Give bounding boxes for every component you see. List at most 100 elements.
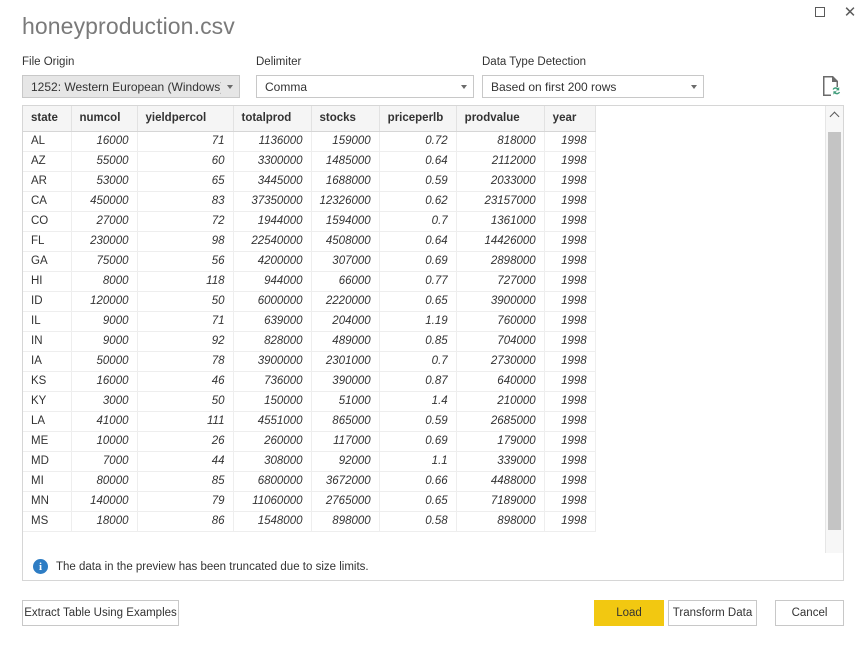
cell-yieldpercol: 26 bbox=[137, 431, 234, 452]
column-header-prodvalue[interactable]: prodvalue bbox=[456, 106, 545, 132]
maximize-button[interactable] bbox=[805, 0, 835, 24]
cell-yieldpercol: 56 bbox=[137, 251, 234, 272]
scrollbar-thumb[interactable] bbox=[828, 132, 841, 530]
transform-data-button[interactable]: Transform Data bbox=[668, 600, 757, 626]
column-header-stocks[interactable]: stocks bbox=[311, 106, 380, 132]
column-header-state[interactable]: state bbox=[23, 106, 72, 132]
file-origin-dropdown[interactable]: 1252: Western European (Windows) bbox=[22, 75, 240, 98]
cell-prodvalue: 818000 bbox=[456, 131, 545, 152]
cell-prodvalue: 210000 bbox=[456, 391, 545, 412]
cell-numcol: 230000 bbox=[71, 231, 138, 252]
chevron-up-icon bbox=[829, 111, 840, 121]
data-type-detection-dropdown[interactable]: Based on first 200 rows bbox=[482, 75, 704, 98]
cell-yieldpercol: 78 bbox=[137, 351, 234, 372]
cell-state: MI bbox=[23, 471, 72, 492]
cell-state: AR bbox=[23, 171, 72, 192]
table-row: IA 50000 78 3900000 2301000 0.7 2730000 1998 bbox=[23, 351, 596, 372]
cell-priceperlb: 0.69 bbox=[379, 251, 457, 272]
cell-numcol: 8000 bbox=[71, 271, 138, 292]
cell-numcol: 10000 bbox=[71, 431, 138, 452]
cell-state: KY bbox=[23, 391, 72, 412]
cell-prodvalue: 2033000 bbox=[456, 171, 545, 192]
info-icon: i bbox=[33, 559, 48, 574]
cell-priceperlb: 0.69 bbox=[379, 431, 457, 452]
cell-totalprod: 736000 bbox=[233, 371, 312, 392]
cell-priceperlb: 0.87 bbox=[379, 371, 457, 392]
delimiter-dropdown[interactable]: Comma bbox=[256, 75, 474, 98]
cell-totalprod: 260000 bbox=[233, 431, 312, 452]
cell-prodvalue: 2730000 bbox=[456, 351, 545, 372]
cell-year: 1998 bbox=[544, 231, 596, 252]
column-header-yieldpercol[interactable]: yieldpercol bbox=[137, 106, 234, 132]
cancel-button[interactable]: Cancel bbox=[775, 600, 844, 626]
cell-yieldpercol: 79 bbox=[137, 491, 234, 512]
cell-totalprod: 828000 bbox=[233, 331, 312, 352]
cell-state: ME bbox=[23, 431, 72, 452]
cell-totalprod: 1548000 bbox=[233, 511, 312, 532]
column-header-priceperlb[interactable]: priceperlb bbox=[379, 106, 457, 132]
scroll-up-button[interactable] bbox=[826, 106, 843, 123]
close-icon: ✕ bbox=[843, 3, 857, 21]
cell-state: CO bbox=[23, 211, 72, 232]
cell-yieldpercol: 65 bbox=[137, 171, 234, 192]
cell-priceperlb: 0.7 bbox=[379, 351, 457, 372]
cell-state: CA bbox=[23, 191, 72, 212]
cell-state: KS bbox=[23, 371, 72, 392]
cell-yieldpercol: 118 bbox=[137, 271, 234, 292]
window-controls: ✕ bbox=[805, 0, 865, 24]
column-header-numcol[interactable]: numcol bbox=[71, 106, 138, 132]
column-header-year[interactable]: year bbox=[544, 106, 596, 132]
cell-prodvalue: 2112000 bbox=[456, 151, 545, 172]
cell-state: MN bbox=[23, 491, 72, 512]
cell-totalprod: 1136000 bbox=[233, 131, 312, 152]
cell-priceperlb: 0.58 bbox=[379, 511, 457, 532]
cell-numcol: 140000 bbox=[71, 491, 138, 512]
cell-year: 1998 bbox=[544, 431, 596, 452]
document-refresh-icon[interactable] bbox=[820, 74, 842, 98]
cell-yieldpercol: 44 bbox=[137, 451, 234, 472]
cell-prodvalue: 339000 bbox=[456, 451, 545, 472]
cell-totalprod: 1944000 bbox=[233, 211, 312, 232]
cell-stocks: 2765000 bbox=[311, 491, 380, 512]
cell-totalprod: 3300000 bbox=[233, 151, 312, 172]
cell-year: 1998 bbox=[544, 291, 596, 312]
cell-stocks: 2301000 bbox=[311, 351, 380, 372]
cell-priceperlb: 0.59 bbox=[379, 411, 457, 432]
cell-year: 1998 bbox=[544, 191, 596, 212]
cell-year: 1998 bbox=[544, 331, 596, 352]
cell-prodvalue: 704000 bbox=[456, 331, 545, 352]
table-row: AR 53000 65 3445000 1688000 0.59 2033000 1998 bbox=[23, 171, 596, 192]
table-row: ID 120000 50 6000000 2220000 0.65 3900000 1998 bbox=[23, 291, 596, 312]
cell-prodvalue: 179000 bbox=[456, 431, 545, 452]
cell-yieldpercol: 71 bbox=[137, 131, 234, 152]
cell-stocks: 66000 bbox=[311, 271, 380, 292]
cell-yieldpercol: 92 bbox=[137, 331, 234, 352]
load-button[interactable]: Load bbox=[594, 600, 664, 626]
extract-table-using-examples-button[interactable]: Extract Table Using Examples bbox=[22, 600, 179, 626]
cell-totalprod: 37350000 bbox=[233, 191, 312, 212]
cell-priceperlb: 1.4 bbox=[379, 391, 457, 412]
cell-year: 1998 bbox=[544, 391, 596, 412]
table-row: GA 75000 56 4200000 307000 0.69 2898000 1998 bbox=[23, 251, 596, 272]
cell-prodvalue: 4488000 bbox=[456, 471, 545, 492]
cell-stocks: 92000 bbox=[311, 451, 380, 472]
cell-state: IA bbox=[23, 351, 72, 372]
vertical-scrollbar[interactable] bbox=[825, 106, 843, 579]
cell-state: HI bbox=[23, 271, 72, 292]
table-row: MD 7000 44 308000 92000 1.1 339000 1998 bbox=[23, 451, 596, 472]
column-header-totalprod[interactable]: totalprod bbox=[233, 106, 312, 132]
data-preview-panel: state numcol yieldpercol totalprod stocks pri… bbox=[22, 105, 844, 580]
cell-numcol: 450000 bbox=[71, 191, 138, 212]
cell-totalprod: 11060000 bbox=[233, 491, 312, 512]
close-button[interactable]: ✕ bbox=[835, 0, 865, 24]
preview-table-scroll-area: state numcol yieldpercol totalprod stocks pri… bbox=[23, 106, 825, 579]
cell-prodvalue: 3900000 bbox=[456, 291, 545, 312]
file-origin-group: File Origin 1252: Western European (Wind… bbox=[22, 56, 240, 98]
cell-numcol: 80000 bbox=[71, 471, 138, 492]
preview-table: state numcol yieldpercol totalprod stocks pri… bbox=[23, 106, 596, 532]
cell-totalprod: 22540000 bbox=[233, 231, 312, 252]
delimiter-group: Delimiter Comma bbox=[256, 56, 474, 98]
cell-year: 1998 bbox=[544, 131, 596, 152]
page-title: honeyproduction.csv bbox=[22, 13, 235, 39]
cell-stocks: 489000 bbox=[311, 331, 380, 352]
